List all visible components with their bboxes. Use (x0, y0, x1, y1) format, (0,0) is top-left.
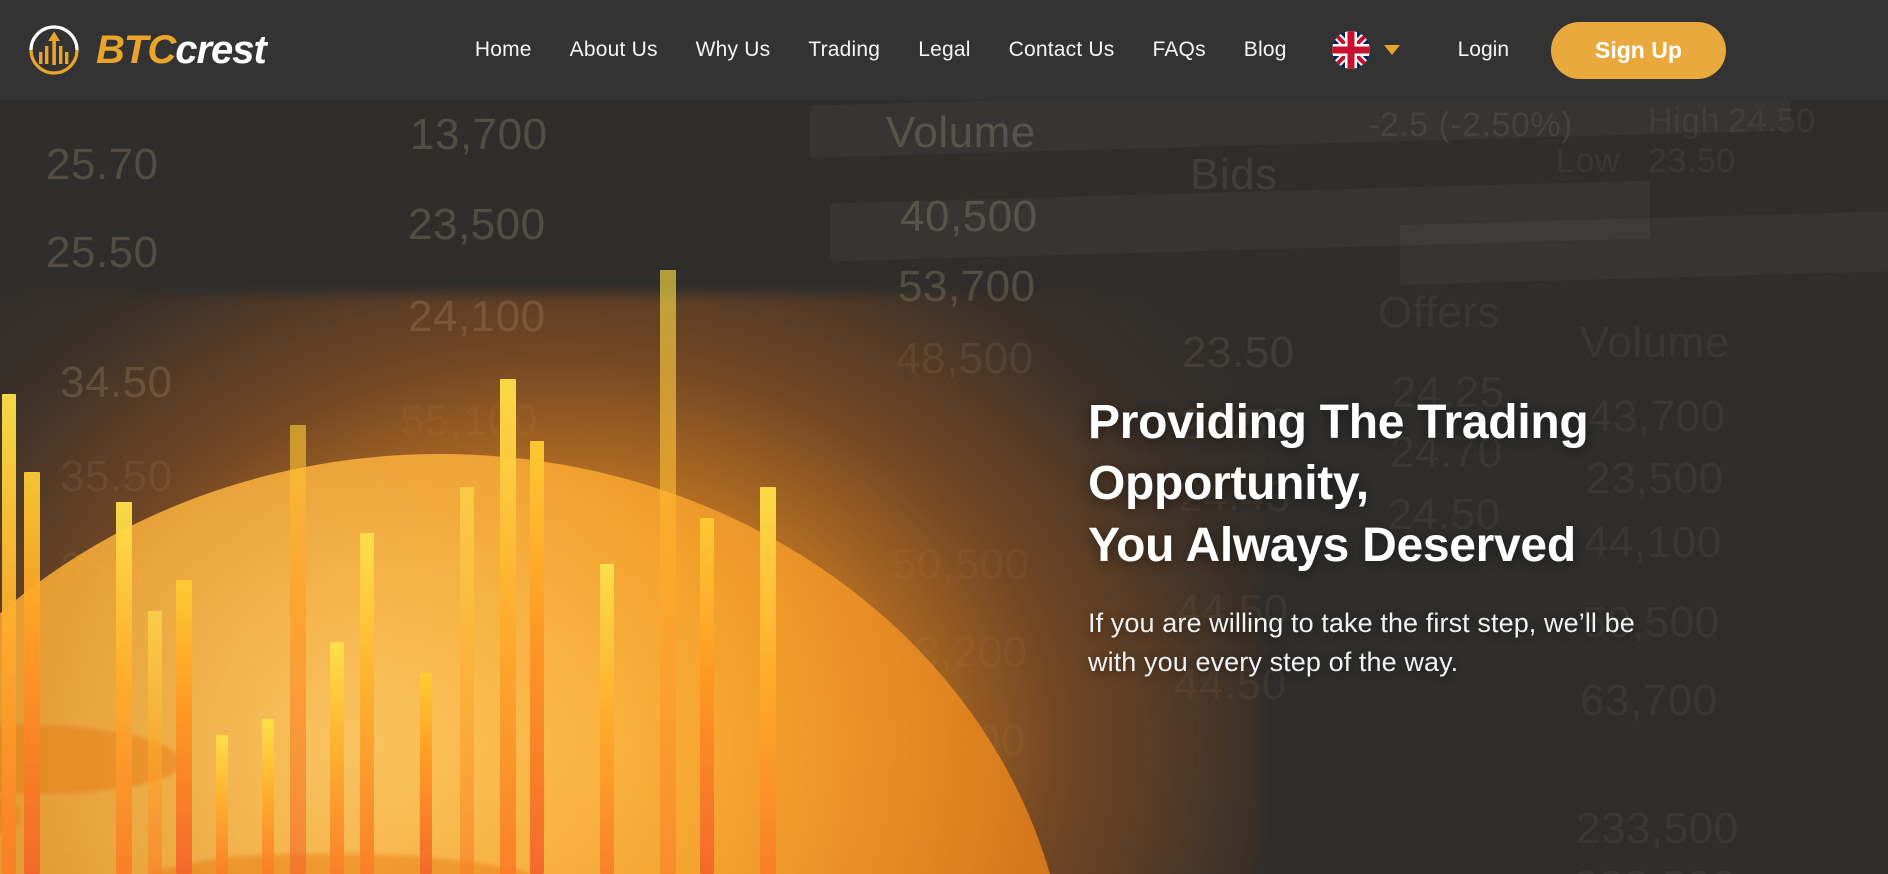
hero-copy: Providing The Trading Opportunity, You A… (1088, 392, 1848, 683)
nav-item-faqs[interactable]: FAQs (1133, 38, 1224, 62)
ticker-price: 25.70 (46, 140, 159, 189)
chart-bar (2, 394, 16, 874)
hero-subtitle: If you are willing to take the first ste… (1088, 604, 1848, 682)
logo-wordmark: BTCcrest (96, 28, 267, 72)
chart-bar (760, 487, 776, 874)
ticker-low-label: Low (1556, 142, 1620, 180)
language-selector[interactable] (1331, 31, 1400, 69)
btc-crest-circle-arrow-icon (26, 22, 82, 78)
chart-bar (116, 502, 132, 874)
chart-bar (500, 379, 516, 874)
ticker-volume: 233,500 (1576, 804, 1739, 853)
chart-bar (148, 611, 162, 874)
chart-bar (360, 533, 374, 874)
site-header: BTCcrest Home About Us Why Us Trading Le… (0, 0, 1888, 100)
main-navigation: Home About Us Why Us Trading Legal Conta… (456, 38, 1306, 62)
hero-subtitle-line-1: If you are willing to take the first ste… (1088, 608, 1635, 639)
chart-bar (700, 518, 714, 874)
ticker-offer: 53.50 (1398, 866, 1511, 874)
nav-item-about-us[interactable]: About Us (551, 38, 677, 62)
nav-item-legal[interactable]: Legal (899, 38, 989, 62)
chevron-down-icon (1383, 45, 1400, 55)
nav-item-why-us[interactable]: Why Us (677, 38, 790, 62)
ticker-high-value: 24.50 (1728, 102, 1816, 140)
hero-heading-line-2: Opportunity, (1088, 457, 1369, 511)
sign-up-button[interactable]: Sign Up (1551, 21, 1726, 79)
logo-text-crest: crest (175, 28, 267, 72)
chart-bar (530, 441, 544, 874)
chart-bar (330, 642, 344, 874)
logo[interactable]: BTCcrest (26, 22, 267, 78)
hero-heading: Providing The Trading Opportunity, You A… (1088, 392, 1848, 576)
ticker-volume: 23,500 (408, 200, 546, 249)
ticker-column-header: Volume (1580, 318, 1730, 367)
chart-bar (262, 719, 274, 874)
ticker-volume: 233,500 (1574, 862, 1737, 874)
chart-bar (460, 487, 474, 874)
uk-flag-icon (1331, 31, 1370, 69)
ticker-price: 25.50 (46, 228, 159, 277)
chart-bar (216, 735, 228, 874)
hero-section: 25.70 25.50 34.50 35.50 35.43 24.50 13,7… (0, 100, 1888, 874)
ticker-volume: 13,700 (410, 110, 548, 159)
login-button[interactable]: Login (1458, 38, 1509, 62)
chart-bar (600, 564, 614, 874)
ticker-volume: 63,700 (1580, 676, 1718, 725)
logo-text-btc: BTC (96, 28, 176, 72)
ticker-volume: 40,500 (900, 192, 1038, 241)
ticker-high-label: High (1648, 102, 1720, 140)
nav-item-trading[interactable]: Trading (789, 38, 899, 62)
nav-item-home[interactable]: Home (456, 38, 551, 62)
nav-item-contact-us[interactable]: Contact Us (990, 38, 1134, 62)
ticker-column-header: Bids (1190, 150, 1278, 199)
ticker-low-value: 23.50 (1648, 142, 1736, 180)
nav-item-blog[interactable]: Blog (1225, 38, 1306, 62)
chart-bar (290, 425, 306, 874)
chart-bar (420, 673, 432, 874)
chart-bar (660, 270, 676, 874)
chart-bar (176, 580, 192, 874)
ticker-column-header: Offers (1378, 288, 1501, 337)
hero-heading-line-3: You Always Deserved (1088, 518, 1576, 572)
bg-panel (1400, 211, 1888, 285)
hero-heading-line-1: Providing The Trading (1088, 396, 1589, 449)
ticker-column-header: Volume (886, 108, 1036, 157)
chart-bar (24, 472, 40, 874)
ticker-change: -2.5 (-2.50%) (1368, 106, 1573, 144)
hero-subtitle-line-2: with you every step of the way. (1088, 647, 1459, 678)
